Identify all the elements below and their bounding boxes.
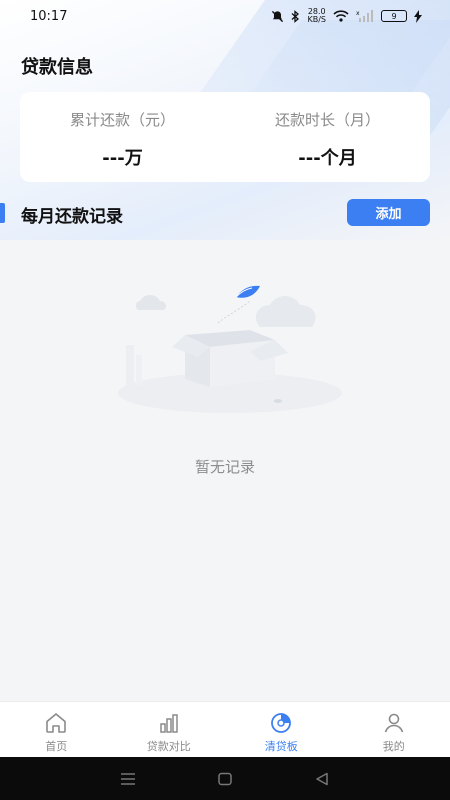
battery-icon: 9 bbox=[381, 10, 407, 22]
empty-box-illustration bbox=[118, 285, 342, 413]
status-time: 10:17 bbox=[30, 8, 68, 24]
tab-profile-label: 我的 bbox=[382, 740, 405, 753]
total-repaid-label: 累计还款（元） bbox=[69, 111, 175, 129]
user-icon bbox=[384, 713, 404, 733]
status-icons: 28.0 KB/S x 9 bbox=[271, 8, 422, 24]
section-title: 每月还款记录 bbox=[21, 207, 123, 227]
bluetooth-icon bbox=[292, 9, 300, 23]
network-speed: 28.0 KB/S bbox=[307, 8, 326, 24]
signal-icon: x bbox=[356, 10, 373, 22]
section-accent-bar bbox=[0, 203, 5, 223]
home-square-icon[interactable] bbox=[217, 772, 233, 786]
menu-icon[interactable] bbox=[120, 772, 136, 786]
loan-summary-card: 累计还款（元） ---万 还款时长（月） ---个月 bbox=[20, 92, 430, 182]
repayment-duration-value: ---个月 bbox=[298, 148, 357, 169]
back-icon[interactable] bbox=[314, 772, 330, 786]
system-nav-bar bbox=[0, 757, 450, 800]
wifi-icon bbox=[333, 10, 349, 22]
repayment-duration-stat: 还款时长（月） ---个月 bbox=[225, 92, 430, 182]
mute-icon bbox=[272, 10, 284, 22]
charging-icon bbox=[414, 9, 422, 23]
add-record-button[interactable]: 添加 bbox=[347, 199, 430, 226]
network-speed-unit: KB/S bbox=[307, 15, 326, 24]
home-icon bbox=[46, 713, 67, 733]
tab-profile[interactable]: 我的 bbox=[338, 702, 450, 757]
battery-level: 9 bbox=[391, 11, 397, 21]
empty-state-text: 暂无记录 bbox=[194, 458, 255, 476]
signal-label: x bbox=[356, 10, 360, 17]
total-repaid-stat: 累计还款（元） ---万 bbox=[20, 92, 225, 182]
tab-home[interactable]: 首页 bbox=[0, 702, 113, 757]
tab-loan-compare[interactable]: 贷款对比 bbox=[113, 702, 226, 757]
bottom-tab-bar: 首页 贷款对比 清贷板 我的 bbox=[0, 701, 450, 757]
tab-home-label: 首页 bbox=[45, 740, 68, 753]
tab-clear-loan[interactable]: 清贷板 bbox=[225, 702, 338, 757]
tab-loan-compare-label: 贷款对比 bbox=[146, 740, 191, 753]
status-bar: 10:17 28.0 KB/S x 9 bbox=[0, 0, 450, 32]
page-title: 贷款信息 bbox=[21, 57, 93, 78]
clear-loan-icon bbox=[271, 713, 292, 733]
repayment-duration-label: 还款时长（月） bbox=[274, 111, 380, 129]
bar-chart-icon bbox=[160, 714, 178, 733]
total-repaid-value: ---万 bbox=[102, 148, 143, 169]
tab-clear-loan-label: 清贷板 bbox=[264, 740, 298, 753]
